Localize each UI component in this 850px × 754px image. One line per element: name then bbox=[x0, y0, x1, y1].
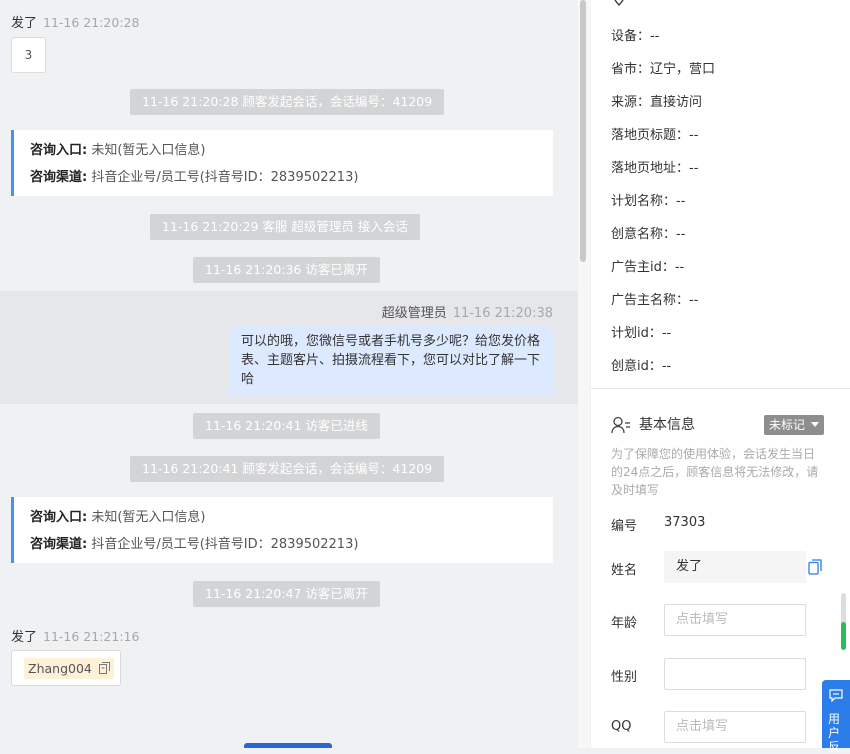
system-message: 11-16 21:20:41 访客已进线 bbox=[193, 413, 380, 439]
system-message: 11-16 21:20:36 访客已离开 bbox=[193, 257, 380, 283]
message-time: 11-16 21:21:16 bbox=[43, 629, 140, 644]
copy-icon[interactable] bbox=[98, 662, 110, 674]
agent-message-header: 超级管理员 11-16 21:20:38 bbox=[382, 302, 553, 321]
message-bubble: 3 bbox=[11, 37, 46, 73]
creative-name-info: 创意名称：-- bbox=[611, 227, 686, 242]
message-text: 3 bbox=[24, 48, 33, 62]
chat-scrollbar-thumb[interactable] bbox=[580, 0, 586, 262]
customer-info-panel: 设备：-- 省市：辽宁，营口 来源：直接访问 落地页标题：-- 落地页地址：--… bbox=[591, 0, 850, 748]
name-label: 姓名 bbox=[611, 563, 638, 578]
gender-field[interactable] bbox=[664, 658, 806, 690]
name-field[interactable]: 发了 bbox=[664, 551, 806, 583]
feedback-icon bbox=[829, 689, 843, 702]
consult-channel-row: 咨询渠道: 抖音企业号/员工号(抖音号ID：2839502213) bbox=[30, 168, 537, 195]
message-header: 发了 11-16 21:21:16 bbox=[11, 626, 139, 645]
sender-name: 发了 bbox=[11, 16, 38, 31]
plan-id-info: 计划id：-- bbox=[611, 326, 672, 341]
system-message: 11-16 21:20:28 顾客发起会话，会话编号：41209 bbox=[130, 89, 445, 115]
consult-info-card: 咨询入口: 未知(暂无入口信息) 咨询渠道: 抖音企业号/员工号(抖音号ID：2… bbox=[11, 130, 553, 196]
agent-message-bubble: 可以的哦，您微信号或者手机号多少呢？给您发价格表、主题客片、拍摄流程看下，您可以… bbox=[229, 326, 553, 395]
basic-info-title: 基本信息 bbox=[639, 417, 695, 433]
consult-entry-row: 咨询入口: 未知(暂无入口信息) bbox=[30, 508, 537, 535]
qq-label: QQ bbox=[611, 719, 632, 734]
consult-entry-label: 咨询入口: bbox=[30, 510, 88, 525]
edit-notice: 为了保障您的使用体验，会话发生当日的24点之后，顾客信息将无法修改，请及时填写 bbox=[611, 447, 819, 497]
consult-channel-label: 咨询渠道: bbox=[30, 170, 88, 185]
consult-channel-value: 抖音企业号/员工号(抖音号ID：2839502213) bbox=[91, 537, 359, 552]
source-info: 来源：直接访问 bbox=[611, 95, 703, 110]
send-button[interactable] bbox=[244, 743, 332, 748]
advertiser-id-info: 广告主id：-- bbox=[611, 260, 685, 275]
system-message: 11-16 21:20:29 客服 超级管理员 接入会话 bbox=[150, 214, 420, 240]
consult-info-card: 咨询入口: 未知(暂无入口信息) 咨询渠道: 抖音企业号/员工号(抖音号ID：2… bbox=[11, 497, 553, 563]
landing-url-info: 落地页地址：-- bbox=[611, 161, 699, 176]
mark-dropdown[interactable]: 未标记 bbox=[764, 415, 824, 435]
province-info: 省市：辽宁，营口 bbox=[611, 62, 716, 77]
consult-entry-value: 未知(暂无入口信息) bbox=[91, 510, 206, 525]
section-divider bbox=[591, 388, 850, 389]
landing-title-info: 落地页标题：-- bbox=[611, 128, 699, 143]
sender-name: 发了 bbox=[11, 630, 38, 645]
consult-channel-value: 抖音企业号/员工号(抖音号ID：2839502213) bbox=[91, 170, 359, 185]
message-bubble: Zhang004 bbox=[11, 650, 121, 686]
caret-down-icon bbox=[810, 422, 819, 427]
id-value: 37303 bbox=[664, 515, 706, 530]
message-time: 11-16 21:20:38 bbox=[452, 306, 553, 321]
basic-info-header: 基本信息 bbox=[611, 414, 695, 434]
user-icon bbox=[611, 416, 630, 434]
wechat-id-tag[interactable]: Zhang004 bbox=[24, 658, 114, 679]
agent-name: 超级管理员 bbox=[381, 306, 447, 321]
copy-icon[interactable] bbox=[808, 559, 822, 575]
location-icon bbox=[614, 0, 624, 6]
age-label: 年龄 bbox=[611, 616, 638, 631]
gender-label: 性别 bbox=[611, 670, 638, 685]
message-time: 11-16 21:20:28 bbox=[43, 15, 140, 30]
creative-id-info: 创意id：-- bbox=[611, 359, 672, 374]
consult-channel-row: 咨询渠道: 抖音企业号/员工号(抖音号ID：2839502213) bbox=[30, 535, 537, 562]
chat-scrollbar[interactable] bbox=[578, 0, 590, 748]
feedback-button[interactable]: 用户反 bbox=[822, 680, 850, 754]
info-scrollbar-thumb[interactable] bbox=[841, 622, 846, 650]
system-message: 11-16 21:20:41 顾客发起会话，会话编号：41209 bbox=[130, 456, 445, 482]
consult-entry-value: 未知(暂无入口信息) bbox=[91, 143, 206, 158]
consult-channel-label: 咨询渠道: bbox=[30, 537, 88, 552]
system-message: 11-16 21:20:47 访客已离开 bbox=[193, 581, 380, 607]
mark-label: 未标记 bbox=[769, 418, 806, 432]
plan-name-info: 计划名称：-- bbox=[611, 194, 686, 209]
qq-field[interactable]: 点击填写 bbox=[664, 711, 806, 743]
agent-message-text: 可以的哦，您微信号或者手机号多少呢？给您发价格表、主题客片、拍摄流程看下，您可以… bbox=[241, 334, 541, 387]
id-label: 编号 bbox=[611, 519, 638, 534]
wechat-id-text: Zhang004 bbox=[28, 661, 92, 676]
advertiser-name-info: 广告主名称：-- bbox=[611, 293, 699, 308]
message-header: 发了 11-16 21:20:28 bbox=[11, 12, 139, 31]
consult-entry-label: 咨询入口: bbox=[30, 143, 88, 158]
age-field[interactable]: 点击填写 bbox=[664, 604, 806, 636]
device-info: 设备：-- bbox=[611, 29, 660, 44]
consult-entry-row: 咨询入口: 未知(暂无入口信息) bbox=[30, 141, 537, 168]
chat-panel: 发了 11-16 21:20:28 3 11-16 21:20:28 顾客发起会话… bbox=[0, 0, 578, 748]
